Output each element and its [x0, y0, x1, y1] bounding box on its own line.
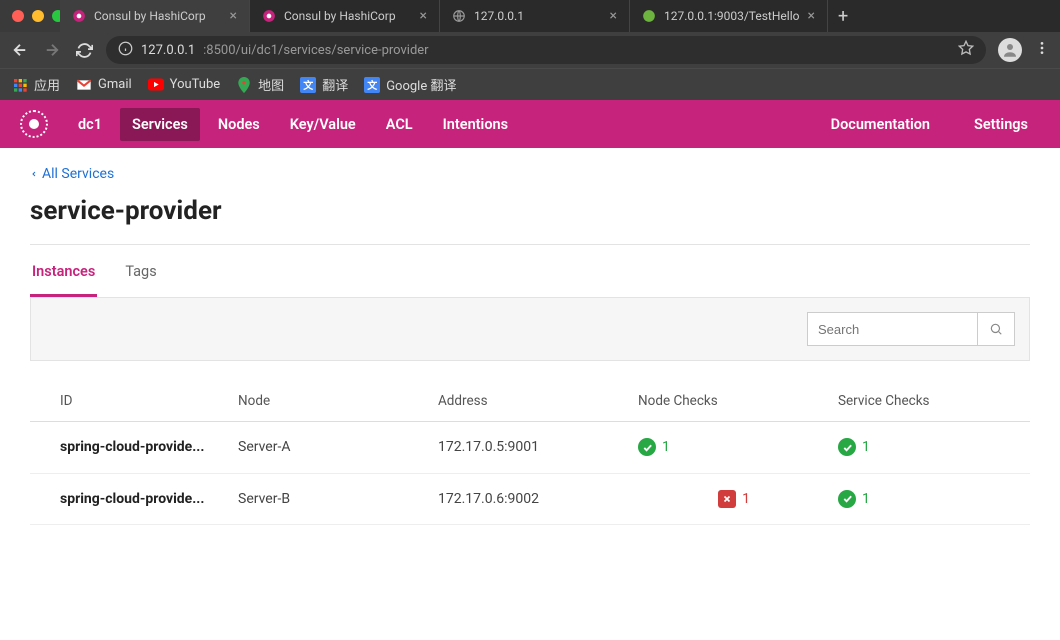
youtube-icon	[148, 77, 164, 93]
tab-close-icon[interactable]: ×	[610, 8, 617, 24]
column-header: Address	[430, 381, 630, 422]
bookmark-label: 翻译	[322, 75, 348, 94]
nav-item-documentation[interactable]: Documentation	[819, 108, 942, 141]
maps-icon	[236, 77, 252, 93]
bookmark-item[interactable]: 文翻译	[300, 75, 348, 94]
bookmark-label: 应用	[34, 75, 60, 94]
site-info-icon[interactable]	[118, 41, 133, 60]
datacenter-selector[interactable]: dc1	[66, 108, 114, 141]
nav-item-services[interactable]: Services	[120, 108, 200, 141]
bookmark-label: 地图	[258, 75, 284, 94]
bookmark-star-icon[interactable]	[958, 40, 974, 60]
cell-service-checks: 1	[830, 422, 1030, 474]
bookmark-item[interactable]: YouTube	[148, 77, 221, 93]
browser-tab[interactable]: Consul by HashiCorp ×	[250, 0, 440, 32]
new-tab-button[interactable]: +	[828, 6, 858, 27]
cell-node: Server-B	[230, 473, 430, 525]
tab-title: Consul by HashiCorp	[94, 9, 222, 23]
cell-address: 172.17.0.5:9001	[430, 422, 630, 474]
column-header: ID	[30, 381, 230, 422]
check-icon	[838, 438, 856, 456]
bookmark-label: Google 翻译	[386, 75, 456, 94]
tab-title: 127.0.0.1:9003/TestHello	[664, 9, 799, 23]
nav-item-settings[interactable]: Settings	[962, 108, 1040, 141]
translate-icon: 文	[300, 77, 316, 93]
reload-button[interactable]	[74, 40, 94, 60]
cell-id: spring-cloud-provide...	[30, 473, 230, 525]
url-host: 127.0.0.1	[141, 43, 195, 58]
table-row[interactable]: spring-cloud-provide...Server-B172.17.0.…	[30, 473, 1030, 525]
back-to-services-link[interactable]: All Services	[30, 166, 114, 182]
cell-node-checks: 1	[630, 422, 830, 474]
bookmark-item[interactable]: Gmail	[76, 77, 132, 93]
browser-tab[interactable]: 127.0.0.1:9003/TestHello ×	[630, 0, 828, 32]
check-icon	[638, 438, 656, 456]
column-header: Node Checks	[630, 381, 830, 422]
cell-service-checks: 1	[830, 473, 1030, 525]
tab-close-icon[interactable]: ×	[230, 8, 237, 24]
address-bar[interactable]: 127.0.0.1 :8500/ui/dc1/services/service-p…	[106, 36, 986, 64]
check-count: 1	[742, 491, 750, 507]
column-header: Service Checks	[830, 381, 1030, 422]
browser-tab[interactable]: Consul by HashiCorp ×	[60, 0, 250, 32]
tab-tags[interactable]: Tags	[123, 249, 158, 297]
bookmark-item[interactable]: 地图	[236, 75, 284, 94]
url-path: :8500/ui/dc1/services/service-provider	[203, 43, 428, 58]
nav-item-nodes[interactable]: Nodes	[206, 108, 272, 141]
cell-address: 172.17.0.6:9002	[430, 473, 630, 525]
bookmark-item[interactable]: 文 Google 翻译	[364, 75, 456, 94]
tab-title: 127.0.0.1	[474, 9, 602, 23]
browser-tab[interactable]: 127.0.0.1 ×	[440, 0, 630, 32]
nav-item-intentions[interactable]: Intentions	[431, 108, 520, 141]
back-link-label: All Services	[42, 166, 114, 182]
browser-menu-icon[interactable]	[1034, 40, 1050, 60]
check-icon	[838, 490, 856, 508]
bookmark-item[interactable]: 应用	[12, 75, 60, 94]
tab-close-icon[interactable]: ×	[807, 8, 814, 24]
search-input[interactable]	[807, 312, 977, 346]
gmail-icon	[76, 77, 92, 93]
health-check-ok: 1	[638, 438, 670, 456]
table-row[interactable]: spring-cloud-provide...Server-A172.17.0.…	[30, 422, 1030, 474]
nav-item-acl[interactable]: ACL	[374, 108, 425, 141]
window-minimize-button[interactable]	[32, 10, 44, 22]
page-title: service-provider	[30, 196, 1030, 226]
column-header: Node	[230, 381, 430, 422]
health-check-ok: 1	[838, 490, 870, 508]
tab-title: Consul by HashiCorp	[284, 9, 412, 23]
check-count: 1	[862, 491, 870, 507]
cross-icon	[718, 490, 736, 508]
health-check-fail: 1	[718, 490, 750, 508]
back-button[interactable]	[10, 40, 30, 60]
cell-node: Server-A	[230, 422, 430, 474]
bookmark-label: YouTube	[170, 77, 221, 92]
apps-icon	[12, 77, 28, 93]
translate-icon: 文	[364, 77, 380, 93]
bookmark-label: Gmail	[98, 77, 132, 92]
tab-instances[interactable]: Instances	[30, 249, 97, 297]
check-count: 1	[662, 439, 670, 455]
profile-avatar[interactable]	[998, 38, 1022, 62]
health-check-ok: 1	[838, 438, 870, 456]
nav-item-keyvalue[interactable]: Key/Value	[278, 108, 368, 141]
search-button[interactable]	[977, 312, 1015, 346]
cell-id: spring-cloud-provide...	[30, 422, 230, 474]
tab-close-icon[interactable]: ×	[420, 8, 427, 24]
forward-button[interactable]	[42, 40, 62, 60]
consul-logo-icon[interactable]	[20, 110, 48, 138]
window-close-button[interactable]	[12, 10, 24, 22]
check-count: 1	[862, 439, 870, 455]
cell-node-checks: 1	[630, 473, 830, 525]
